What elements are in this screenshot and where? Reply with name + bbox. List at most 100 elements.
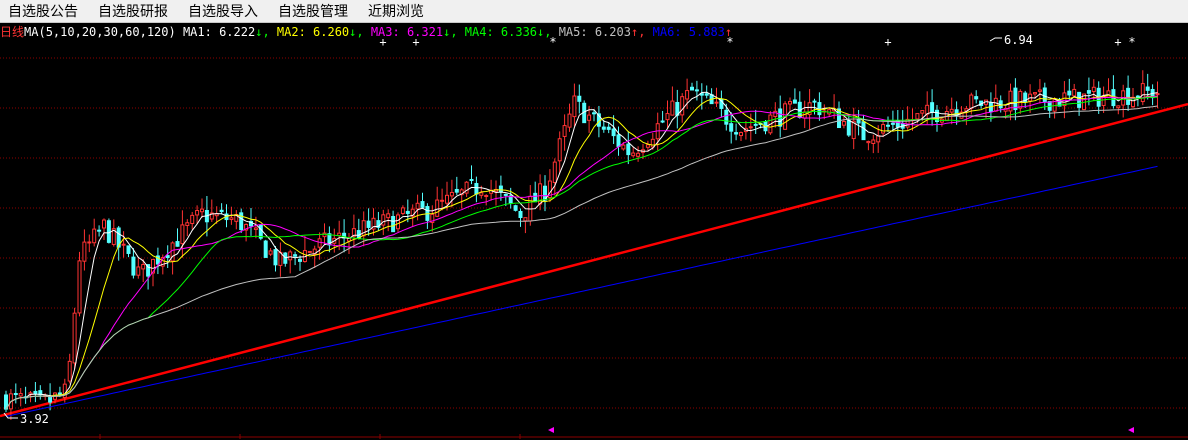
menu-item-watchlist-announcements[interactable]: 自选股公告 <box>0 1 90 21</box>
candle-body <box>200 208 204 213</box>
candle-body <box>195 210 200 216</box>
candle-body <box>386 213 391 219</box>
candle-body <box>636 152 641 157</box>
candle-body <box>812 100 817 103</box>
candle-body <box>734 132 739 135</box>
menu-item-recent-browsing[interactable]: 近期浏览 <box>360 1 436 21</box>
top-marker: + <box>379 35 386 49</box>
candle-body <box>714 101 719 104</box>
candle-body <box>518 210 523 219</box>
candle-body <box>606 126 611 130</box>
candle-body <box>837 108 841 129</box>
candle-body <box>288 251 293 261</box>
candle-body <box>533 192 538 203</box>
candle-body <box>503 193 508 196</box>
candle-body <box>366 220 371 228</box>
candle-body <box>1013 87 1018 111</box>
candle-body <box>611 128 616 137</box>
candle-body <box>552 161 557 184</box>
top-marker: * <box>726 35 733 49</box>
candle-body <box>185 222 190 226</box>
candle-body <box>660 120 665 123</box>
candle-body <box>650 138 655 148</box>
candle-body <box>141 264 146 270</box>
menu-item-watchlist-manage[interactable]: 自选股管理 <box>270 1 360 21</box>
candle-body <box>498 185 503 193</box>
candle-body <box>871 139 876 145</box>
candle-body <box>665 113 670 121</box>
candle-body <box>307 250 312 253</box>
candle-body <box>317 238 322 248</box>
candle-body <box>445 194 449 204</box>
candle-body <box>435 199 440 217</box>
candle-body <box>484 195 489 198</box>
high-price-label: 6.94 <box>1004 33 1033 47</box>
candle-body <box>48 396 53 403</box>
candle-body <box>106 220 111 243</box>
menu-item-watchlist-research[interactable]: 自选股研报 <box>90 1 180 21</box>
candle-body <box>180 224 185 245</box>
candle-body <box>454 188 459 193</box>
candle-body <box>915 113 920 120</box>
candle-body <box>1140 83 1145 103</box>
candle-body <box>890 122 895 125</box>
menu-item-watchlist-import[interactable]: 自选股导入 <box>180 1 270 21</box>
candle-body <box>1145 86 1150 91</box>
candle-body <box>165 255 170 259</box>
candle-body <box>920 110 925 114</box>
top-marker: * <box>549 35 556 49</box>
candle-body <box>601 126 606 130</box>
candle-body <box>420 201 425 208</box>
candle-body <box>102 219 106 229</box>
candle-body <box>876 135 881 143</box>
candle-body <box>572 95 577 118</box>
candle-body <box>67 360 72 382</box>
candle-body <box>18 393 23 397</box>
candle-body <box>1062 92 1067 107</box>
candle-body <box>121 243 126 246</box>
candle-body <box>1037 89 1042 92</box>
candle-body <box>969 94 974 109</box>
candle-body <box>263 240 268 258</box>
candle-body <box>82 241 87 262</box>
candle-body <box>72 312 77 364</box>
candle-body <box>577 95 582 102</box>
candle-body <box>229 217 234 221</box>
candle-body <box>748 126 753 129</box>
candle-body <box>1033 92 1037 95</box>
candle-body <box>861 121 866 141</box>
candlestick-chart[interactable]: + + * * + + * 6.94 3.92 <box>0 23 1188 440</box>
candle-body <box>690 86 694 91</box>
candle-body <box>97 229 102 232</box>
candle-body <box>704 93 709 96</box>
candle-body <box>400 207 405 214</box>
bottom-range-marker <box>548 427 554 433</box>
candle-body <box>77 260 82 314</box>
candle-body <box>1086 90 1091 94</box>
candle-body <box>273 249 278 266</box>
menu-bar: 自选股公告 自选股研报 自选股导入 自选股管理 近期浏览 <box>0 0 1188 23</box>
candle-body <box>253 227 258 230</box>
candle-body <box>621 144 626 150</box>
candle-body <box>886 124 890 127</box>
candle-body <box>131 256 136 276</box>
candle-body <box>773 110 778 117</box>
candle-body <box>841 120 846 126</box>
candle-body <box>846 119 851 136</box>
candle-body <box>415 202 420 210</box>
candle-body <box>680 96 685 116</box>
candle-body <box>293 254 298 257</box>
candle-body <box>268 250 273 255</box>
candle-body <box>626 143 631 156</box>
candle-body <box>930 102 935 113</box>
candle-body <box>523 217 528 222</box>
candle-body <box>469 178 474 181</box>
candle-body <box>1072 88 1077 97</box>
candle-body <box>190 214 195 224</box>
candle-body <box>1126 87 1131 105</box>
candle-body <box>1116 105 1121 109</box>
candle-body <box>33 390 38 395</box>
candle-body <box>298 258 302 262</box>
ma4-line <box>5 96 1158 410</box>
bottom-range-marker <box>1128 427 1134 433</box>
